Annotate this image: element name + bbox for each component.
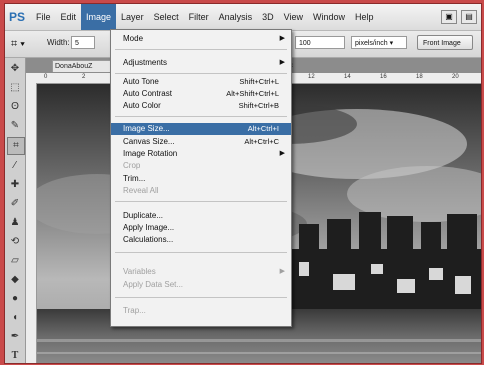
menu-item-duplicate[interactable]: Duplicate... [111, 210, 291, 222]
menu-item-label: Auto Tone [123, 77, 159, 86]
menu-help[interactable]: Help [350, 4, 379, 30]
menu-filter[interactable]: Filter [184, 4, 214, 30]
menu-item-trim[interactable]: Trim... [111, 173, 291, 185]
submenu-arrow-icon: ▶ [279, 268, 285, 275]
menu-item-auto-tone[interactable]: Auto Tone Shift+Ctrl+L [111, 76, 291, 88]
menu-item-canvas-size[interactable]: Canvas Size... Alt+Ctrl+C [111, 136, 291, 148]
gradient-tool-icon[interactable]: ◆ [7, 272, 23, 288]
ruler-tick: 2 [82, 74, 86, 80]
menu-item-auto-contrast[interactable]: Auto Contrast Alt+Shift+Ctrl+L [111, 88, 291, 100]
quick-select-tool-icon[interactable]: ✎ [7, 118, 23, 134]
ruler-tick: 12 [308, 74, 315, 80]
menu-item-variables: Variables ▶ [111, 266, 291, 278]
menu-item-label: Apply Image... [123, 223, 175, 232]
menu-analysis[interactable]: Analysis [214, 4, 258, 30]
resolution-input[interactable]: 100 [295, 36, 345, 49]
menu-edit[interactable]: Edit [56, 4, 82, 30]
resolution-unit-value: pixels/inch [355, 40, 388, 47]
menu-item-label: Canvas Size... [123, 137, 175, 146]
app-logo: PS [9, 10, 26, 24]
menu-item-trap: Trap... [111, 305, 291, 317]
menu-item-image-size[interactable]: Image Size... Alt+Ctrl+I [111, 123, 291, 135]
healing-tool-icon[interactable]: ✚ [7, 177, 23, 193]
resolution-unit-select[interactable]: pixels/inch ▾ [351, 36, 407, 49]
menu-view[interactable]: View [279, 4, 308, 30]
menu-item-shortcut: Shift+Ctrl+B [238, 101, 279, 110]
menu-item-reveal-all: Reveal All [111, 185, 291, 197]
menu-layer[interactable]: Layer [116, 4, 149, 30]
tools-panel: ✥ ⬚ ʘ ✎ ⌗ ⁄ ✚ ✐ ♟ ⟲ ▱ ◆ ● ◖ ✒ T [5, 58, 26, 363]
menu-item-label: Duplicate... [123, 211, 164, 220]
type-tool-icon[interactable]: T [7, 348, 23, 363]
menu-item-label: Adjustments [123, 58, 168, 67]
menu-item-shortcut: Shift+Ctrl+L [239, 77, 279, 86]
brush-tool-icon[interactable]: ✐ [7, 196, 23, 212]
menu-item-mode[interactable]: Mode ▶ [111, 33, 291, 45]
workspace-icon[interactable]: ▤ [461, 10, 477, 24]
lasso-tool-icon[interactable]: ʘ [7, 99, 23, 115]
photoshop-window: PS File Edit Image Layer Select Filter A… [4, 3, 482, 364]
submenu-arrow-icon: ▶ [279, 150, 285, 157]
image-menu-dropdown: Mode ▶ Adjustments ▶ Auto Tone Shift+Ctr… [110, 29, 292, 327]
menu-image[interactable]: Image [81, 4, 117, 30]
eyedropper-tool-icon[interactable]: ⁄ [7, 158, 23, 174]
dodge-tool-icon[interactable]: ◖ [7, 310, 23, 326]
menu-item-label: Image Rotation [123, 149, 178, 158]
menu-item-label: Calculations... [123, 235, 174, 244]
menu-3d[interactable]: 3D [257, 4, 279, 30]
clone-stamp-tool-icon[interactable]: ♟ [7, 215, 23, 231]
menu-item-label: Reveal All [123, 186, 159, 195]
menu-item-shortcut: Alt+Shift+Ctrl+L [226, 89, 279, 98]
menu-item-apply-data-set: Apply Data Set... [111, 279, 291, 291]
menu-item-crop: Crop [111, 160, 291, 172]
menu-item-label: Crop [123, 161, 141, 170]
menu-item-shortcut: Alt+Ctrl+C [244, 137, 279, 146]
menu-item-label: Image Size... [123, 124, 170, 133]
pen-tool-icon[interactable]: ✒ [7, 329, 23, 345]
vertical-ruler [26, 83, 37, 363]
menu-separator [115, 73, 287, 74]
history-brush-tool-icon[interactable]: ⟲ [7, 234, 23, 250]
screen-mode-icon[interactable]: ▣ [441, 10, 457, 24]
crop-tool-icon[interactable]: ⌗ [7, 137, 25, 155]
submenu-arrow-icon: ▶ [279, 35, 285, 42]
menu-separator [115, 201, 287, 202]
menu-item-label: Auto Contrast [123, 89, 172, 98]
menu-item-label: Trim... [123, 174, 146, 183]
width-input[interactable]: 5 [71, 36, 95, 49]
ruler-tick: 14 [344, 74, 351, 80]
menu-separator [115, 49, 287, 50]
menu-item-adjustments[interactable]: Adjustments ▶ [111, 57, 291, 69]
menu-file[interactable]: File [31, 4, 56, 30]
ruler-tick: 0 [44, 74, 48, 80]
menu-item-apply-image[interactable]: Apply Image... [111, 222, 291, 234]
menu-window[interactable]: Window [308, 4, 350, 30]
menu-bar: PS File Edit Image Layer Select Filter A… [5, 4, 481, 31]
menu-select[interactable]: Select [149, 4, 184, 30]
ruler-tick: 18 [416, 74, 423, 80]
menu-separator [115, 297, 287, 298]
move-tool-icon[interactable]: ✥ [7, 61, 23, 77]
width-label: Width: [47, 38, 70, 47]
menu-separator [115, 116, 287, 117]
menu-item-label: Apply Data Set... [123, 280, 184, 289]
marquee-tool-icon[interactable]: ⬚ [7, 80, 23, 96]
menu-item-auto-color[interactable]: Auto Color Shift+Ctrl+B [111, 100, 291, 112]
ruler-tick: 20 [452, 74, 459, 80]
menu-item-shortcut: Alt+Ctrl+I [247, 124, 279, 133]
menu-item-image-rotation[interactable]: Image Rotation ▶ [111, 148, 291, 160]
menu-separator [115, 252, 287, 253]
menu-item-label: Mode [123, 34, 144, 43]
front-image-button[interactable]: Front Image [417, 35, 473, 50]
blur-tool-icon[interactable]: ● [7, 291, 23, 307]
submenu-arrow-icon: ▶ [279, 59, 285, 66]
eraser-tool-icon[interactable]: ▱ [7, 253, 23, 269]
menu-item-label: Trap... [123, 306, 146, 315]
menu-item-label: Auto Color [123, 101, 161, 110]
menu-item-label: Variables [123, 267, 156, 276]
crop-tool-preset-icon[interactable]: ⌗ ▾ [11, 36, 37, 52]
menu-item-calculations[interactable]: Calculations... [111, 234, 291, 246]
ruler-tick: 16 [380, 74, 387, 80]
